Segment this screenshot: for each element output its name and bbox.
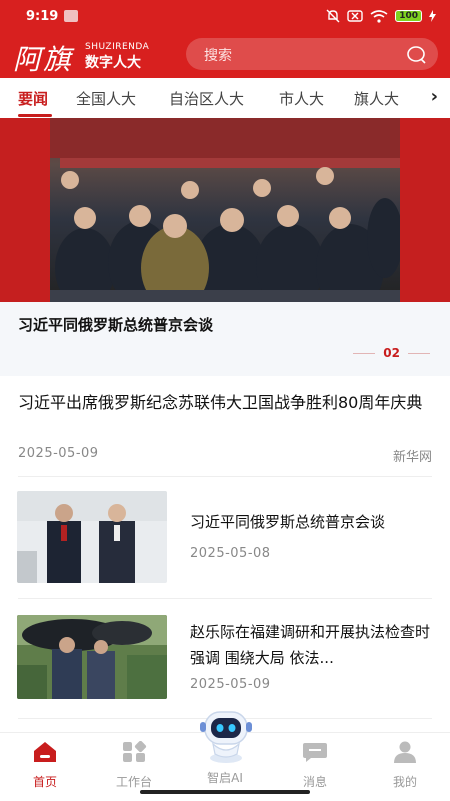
chat-icon [303, 743, 327, 762]
article-source: 新华网 [392, 450, 432, 465]
news-title: 赵乐际在福建调研和开展执法检查时强调 围绕大局 依法... [190, 623, 431, 667]
search-icon [407, 46, 426, 64]
news-title: 习近平同俄罗斯总统普京会谈 [190, 513, 386, 531]
tab-national-npc[interactable]: 全国人大 [76, 88, 136, 109]
tab-banner-npc[interactable]: 旗人大 [354, 88, 399, 109]
tab-city-npc[interactable]: 市人大 [279, 88, 324, 109]
app-logo-subtitle: 数字人大 [85, 55, 141, 71]
banner-title: 习近平同俄罗斯总统普京会谈 [18, 316, 214, 334]
grid-icon [123, 740, 147, 762]
nav-profile[interactable]: 我的 [375, 741, 435, 790]
category-tabs: 要闻 全国人大 自治区人大 市人大 旗人大 › [0, 78, 450, 119]
sim-icon [347, 10, 363, 22]
search-placeholder: 搜索 [204, 48, 232, 64]
carousel-pager: 02 [353, 346, 430, 360]
news-item[interactable]: 习近平同俄罗斯总统普京会谈 2025-05-08 [0, 491, 450, 583]
battery-indicator: 100 [395, 10, 422, 22]
mute-icon [326, 9, 340, 23]
nav-ai-label: 智启AI [207, 771, 243, 785]
search-bar[interactable]: 搜索 [186, 38, 438, 70]
news-thumbnail [17, 615, 167, 699]
user-icon [394, 741, 416, 763]
banner-photo [50, 118, 400, 302]
nav-workbench-label: 工作台 [115, 775, 152, 789]
nav-home[interactable]: 首页 [15, 741, 75, 790]
nav-home-label: 首页 [32, 775, 57, 789]
active-tab-indicator [18, 114, 52, 117]
news-article-lead[interactable]: 习近平出席俄罗斯纪念苏联伟大卫国战争胜利80周年庆典 2025-05-09 新华… [0, 376, 450, 474]
home-indicator [140, 790, 310, 794]
app-header: 阿旗 SHUZIRENDA 数字人大 搜索 [0, 34, 450, 78]
news-thumbnail [17, 491, 167, 583]
chevron-right-icon[interactable]: › [431, 86, 438, 107]
banner-carousel[interactable] [0, 118, 450, 302]
news-date: 2025-05-08 [190, 546, 271, 561]
home-icon [34, 742, 56, 762]
tab-region-npc[interactable]: 自治区人大 [169, 88, 244, 109]
divider [18, 476, 432, 477]
status-icons: 100 [326, 9, 436, 23]
carousel-page-number: 02 [383, 346, 400, 360]
nav-messages-label: 消息 [302, 775, 327, 789]
charging-icon [429, 10, 436, 22]
news-item[interactable]: 赵乐际在福建调研和开展执法检查时强调 围绕大局 依法... 2025-05-09 [0, 615, 450, 699]
status-bar: 9:19 100 [0, 0, 450, 34]
banner-caption[interactable]: 习近平同俄罗斯总统普京会谈 02 [0, 302, 450, 376]
news-date: 2025-05-09 [190, 677, 271, 692]
article-title: 习近平出席俄罗斯纪念苏联伟大卫国战争胜利80周年庆典 [18, 393, 423, 412]
app-logo-en: SHUZIRENDA [85, 42, 150, 52]
nav-messages[interactable]: 消息 [285, 741, 345, 790]
banner-image [50, 118, 400, 302]
nav-profile-label: 我的 [392, 775, 417, 789]
nav-workbench[interactable]: 工作台 [104, 740, 164, 790]
article-date: 2025-05-09 [18, 446, 99, 461]
app-notification-icon [64, 10, 78, 22]
status-time: 9:19 [26, 9, 59, 24]
tab-headlines[interactable]: 要闻 [18, 88, 48, 109]
divider [18, 598, 432, 599]
wifi-icon [370, 9, 388, 23]
robot-icon[interactable] [197, 708, 255, 764]
app-logo: 阿旗 [13, 43, 74, 76]
